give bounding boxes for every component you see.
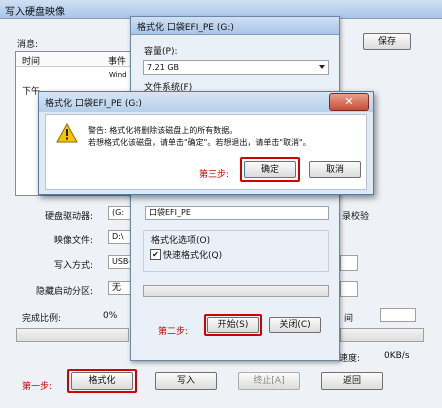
table-row-event: Wind — [109, 71, 127, 79]
cancel-button[interactable]: 取消 — [309, 161, 361, 178]
write-mode-label: 写入方式: — [54, 261, 94, 271]
chevron-down-icon — [319, 65, 325, 69]
capacity-value: 7.21 GB — [147, 63, 180, 72]
table-header-time: 时间 — [22, 57, 41, 67]
confirm-dialog-body: 警告: 格式化将删除该磁盘上的所有数据。 若想格式化该磁盘，请单击"确定"。若想… — [45, 114, 367, 190]
image-file-label: 映像文件: — [54, 236, 94, 246]
write-mode-right-box[interactable] — [340, 255, 358, 271]
table-header-row: 时间 事件 — [16, 52, 136, 67]
step1-label: 第一步: — [22, 382, 53, 392]
table-header-event: 事件 — [108, 57, 127, 67]
stop-button[interactable]: 终止[A] — [238, 372, 300, 390]
complete-ratio-label: 完成比例: — [22, 314, 62, 324]
close-button[interactable]: 关闭(C) — [269, 317, 321, 333]
hidden-partition-right-box[interactable] — [340, 281, 358, 297]
close-icon[interactable]: ✕ — [329, 93, 369, 111]
volume-label-field[interactable]: 口袋EFI_PE — [145, 206, 329, 220]
warning-line2: 若想格式化该磁盘，请单击"确定"。若想退出，请单击"取消"。 — [88, 138, 311, 147]
format-options-group: 格式化选项(O) ✔ 快速格式化(Q) — [143, 230, 329, 272]
elapsed-time-field — [380, 308, 416, 322]
warning-line1: 警告: 格式化将删除该磁盘上的所有数据。 — [88, 126, 238, 135]
format-progress-bar — [143, 285, 329, 297]
back-button[interactable]: 返回 — [321, 372, 383, 390]
capacity-select[interactable]: 7.21 GB — [143, 60, 329, 75]
warning-icon — [56, 123, 78, 143]
main-window-title: 写入硬盘映像 — [5, 7, 65, 18]
elapsed-time-label: 间 — [344, 314, 354, 324]
message-label: 消息: — [17, 40, 39, 50]
format-options-label: 格式化选项(O) — [150, 233, 212, 246]
confirm-dialog-titlebar: 格式化 口袋EFI_PE (G:) ✕ — [39, 92, 373, 112]
write-progress-bar-right — [340, 328, 424, 342]
format-dialog-titlebar: 格式化 口袋EFI_PE (G:) — [131, 17, 339, 35]
confirm-dialog-title: 格式化 口袋EFI_PE (G:) — [45, 99, 142, 109]
capacity-label: 容量(P): — [144, 47, 178, 57]
hidden-partition-label: 隐藏启动分区: — [36, 287, 94, 297]
quick-format-checkbox[interactable]: ✔ — [150, 249, 161, 260]
disk-drive-label: 硬盘驱动器: — [45, 212, 94, 222]
step2-label: 第二步: — [158, 327, 189, 337]
confirm-dialog: 格式化 口袋EFI_PE (G:) ✕ 警告: 格式化将删除该磁盘上的所有数据。… — [38, 91, 374, 195]
complete-ratio-value: 0% — [103, 311, 118, 321]
ok-button[interactable]: 确定 — [244, 161, 296, 178]
write-button[interactable]: 写入 — [155, 372, 217, 390]
save-button[interactable]: 保存 — [363, 33, 411, 50]
verify-label: 录校验 — [342, 212, 370, 222]
quick-format-label: 快速格式化(Q) — [163, 251, 223, 261]
format-button[interactable]: 格式化 — [71, 372, 133, 390]
start-button[interactable]: 开始(S) — [207, 317, 259, 333]
speed-label: 速度: — [339, 354, 361, 364]
speed-value: 0KB/s — [384, 351, 410, 361]
write-progress-bar — [16, 328, 129, 342]
format-dialog-title: 格式化 口袋EFI_PE (G:) — [137, 23, 234, 33]
step3-label: 第三步: — [199, 170, 230, 180]
